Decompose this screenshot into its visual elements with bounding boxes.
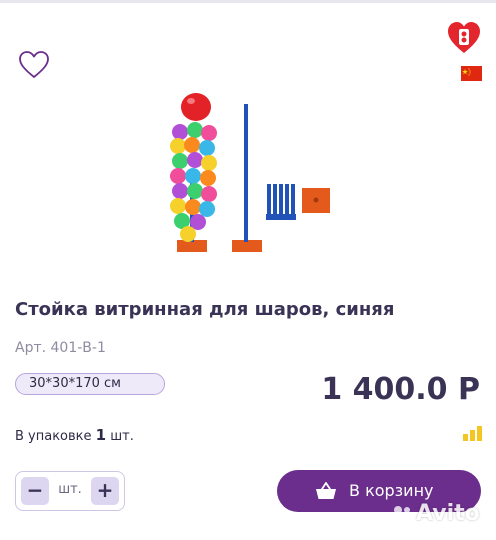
top-divider xyxy=(0,0,496,3)
china-flag-icon xyxy=(461,66,482,81)
pack-count: 1 xyxy=(95,426,107,444)
avito-watermark-text: Avito xyxy=(416,501,480,526)
brand-logo-icon xyxy=(446,20,482,56)
quantity-plus-button[interactable]: + xyxy=(91,477,119,505)
basket-icon xyxy=(315,481,337,501)
quantity-minus-button[interactable]: − xyxy=(21,477,49,505)
avito-watermark: Avito xyxy=(392,500,492,530)
favorite-heart-icon[interactable] xyxy=(18,50,50,80)
pack-unit: шт. xyxy=(110,429,134,444)
product-price: 1 400.0 Р xyxy=(321,372,480,407)
quantity-unit[interactable]: шт. xyxy=(54,482,86,497)
stock-level-icon xyxy=(463,423,483,441)
product-parts-image xyxy=(262,180,352,230)
article-number: Арт. 401-В-1 xyxy=(15,340,106,356)
pack-info: В упаковке 1 шт. xyxy=(15,426,134,444)
quantity-stepper: − шт. + xyxy=(15,471,125,511)
pack-prefix: В упаковке xyxy=(15,429,92,444)
size-option-chip[interactable]: 30*30*170 см xyxy=(15,373,165,395)
product-title: Стойка витринная для шаров, синяя xyxy=(15,299,395,320)
add-to-cart-label: В корзину xyxy=(349,481,434,500)
product-image[interactable] xyxy=(150,88,350,268)
